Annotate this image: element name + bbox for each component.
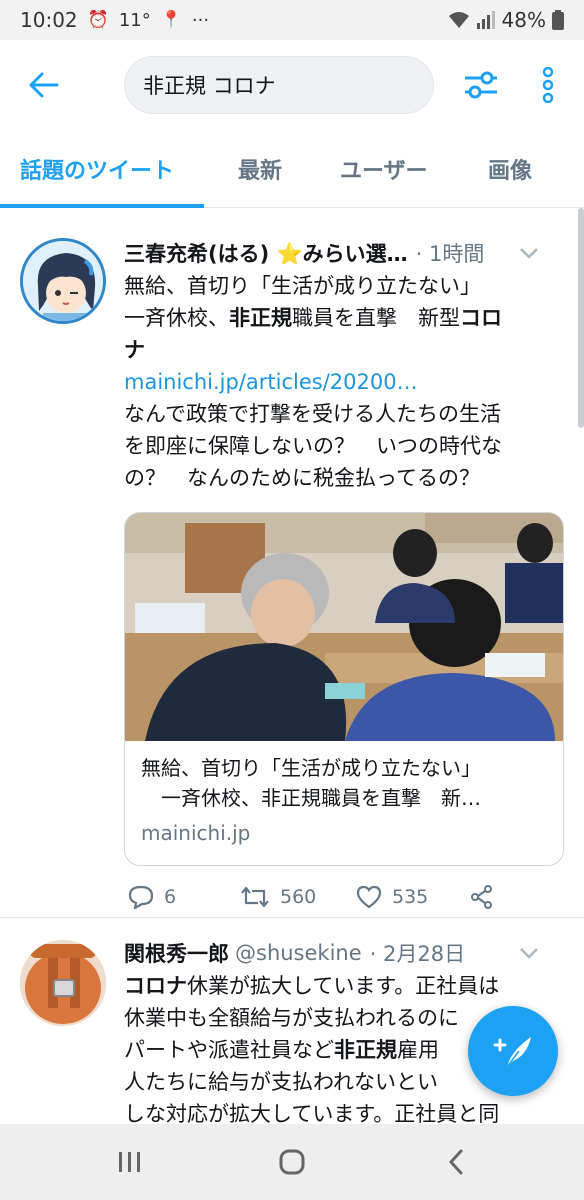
signal-icon [476, 11, 495, 29]
clock: 10:02 [20, 8, 78, 32]
tweet-header: 三春充希(はる) ⭐みらい選… · 1時間 [124, 238, 564, 268]
compose-tweet-button[interactable] [468, 1006, 558, 1096]
back-chevron-icon [448, 1149, 463, 1175]
notification-dots: ··· [191, 9, 210, 31]
tab-images[interactable]: 画像 [488, 130, 532, 208]
avatar[interactable] [20, 940, 106, 1026]
back-button[interactable] [0, 40, 88, 130]
chevron-down-icon [520, 948, 538, 959]
recent-apps-icon [119, 1152, 140, 1172]
tweet-menu-button[interactable] [518, 942, 540, 964]
search-input[interactable]: 非正規 コロナ [124, 56, 434, 114]
like-count: 535 [392, 886, 429, 908]
card-image [125, 513, 563, 741]
tweet-actions: 6 560 535 [124, 882, 564, 912]
avatar[interactable] [20, 238, 106, 324]
tweet-menu-button[interactable] [518, 242, 540, 264]
vertical-dots-icon [542, 67, 554, 103]
card-title: 無給、首切り「生活が成り立たない」 一斉休校、非正規職員を直撃 新… [141, 753, 551, 813]
tweet-line: しな対応が拡大しています。正社員と同 [124, 1102, 500, 1124]
retweet-icon [241, 886, 269, 908]
tweet-line: コロナ休業が拡大しています。正社員は [124, 974, 500, 998]
tweet-text: 無給、首切り「生活が成り立たない」 一斉休校、非正規職員を直撃 新型コロ ナ m… [124, 270, 564, 494]
compose-feather-icon [493, 1037, 531, 1068]
display-name[interactable]: 関根秀一郎 [124, 938, 229, 968]
status-bar: 10:02 ⏰ 11° 📍 ··· 48% [0, 0, 584, 40]
tweet-line: の？ なんのために税金払ってるの？ [124, 466, 480, 490]
user-handle[interactable]: @shusekine [235, 941, 362, 965]
like-button[interactable]: 535 [356, 882, 428, 912]
more-options-button[interactable] [528, 60, 568, 110]
retweet-button[interactable]: 560 [240, 882, 316, 912]
tab-latest[interactable]: 最新 [238, 130, 282, 208]
tweet-line: 一斉休校、非正規職員を直撃 新型コロ [124, 306, 502, 330]
avatar-backpack-photo [20, 940, 106, 1026]
back-nav-button[interactable] [426, 1138, 486, 1186]
reply-count: 6 [164, 886, 177, 908]
tweet-line: 無給、首切り「生活が成り立たない」 [124, 274, 481, 298]
tweet[interactable]: 三春充希(はる) ⭐みらい選… · 1時間 無給、首切り「生活が成り立たない」 … [0, 222, 584, 918]
top-app-bar: 非正規 コロナ [0, 40, 584, 130]
article-link[interactable]: mainichi.jp/articles/20200… [124, 366, 434, 398]
card-domain: mainichi.jp [141, 821, 251, 845]
tweet-line: ナ [124, 338, 145, 362]
tab-top-tweets[interactable]: 話題のツイート [20, 130, 174, 208]
recent-apps-button[interactable] [100, 1138, 160, 1186]
alarm-icon: ⏰ [87, 10, 109, 30]
tweet-line: なんで政策で打撃を受ける人たちの生活 [124, 402, 501, 426]
card-title-line: 一斉休校、非正規職員を直撃 新… [141, 786, 481, 810]
tweet-feed[interactable]: 三春充希(はる) ⭐みらい選… · 1時間 無給、首切り「生活が成り立たない」 … [0, 208, 584, 1124]
temperature: 11° [118, 9, 151, 31]
search-query: 非正規 コロナ [143, 74, 276, 98]
wifi-icon [448, 12, 469, 28]
filter-sliders-icon [465, 71, 497, 99]
retweet-count: 560 [280, 886, 317, 908]
classroom-photo [125, 513, 563, 741]
back-arrow-icon [29, 72, 59, 98]
location-icon: 📍 [160, 10, 182, 30]
system-nav-bar [0, 1124, 584, 1200]
reply-icon [128, 885, 154, 909]
avatar-illustration [23, 241, 103, 321]
link-preview-card[interactable]: 無給、首切り「生活が成り立たない」 一斉休校、非正規職員を直撃 新… maini… [124, 512, 564, 866]
heart-icon [356, 885, 382, 909]
tweet-line: を即座に保障しないの？ いつの時代な [124, 434, 502, 458]
home-icon [279, 1149, 305, 1175]
reply-button[interactable]: 6 [128, 882, 176, 912]
tweet-time: · 1時間 [415, 242, 485, 266]
tweet-header: 関根秀一郎 @shusekine · 2月28日 [124, 938, 564, 968]
tab-users[interactable]: ユーザー [340, 130, 428, 208]
battery-percent: 48% [501, 8, 546, 32]
home-button[interactable] [262, 1138, 322, 1186]
tweet-time: · 2月28日 [369, 942, 466, 966]
card-title-line: 無給、首切り「生活が成り立たない」 [141, 756, 481, 780]
search-tabs: 話題のツイート 最新 ユーザー 画像 [0, 130, 584, 208]
chevron-down-icon [520, 248, 538, 259]
share-button[interactable] [470, 882, 494, 912]
share-icon [471, 885, 492, 909]
search-filter-button[interactable] [456, 60, 506, 110]
display-name[interactable]: 三春充希(はる) ⭐みらい選… [124, 238, 408, 268]
battery-icon [552, 10, 564, 30]
